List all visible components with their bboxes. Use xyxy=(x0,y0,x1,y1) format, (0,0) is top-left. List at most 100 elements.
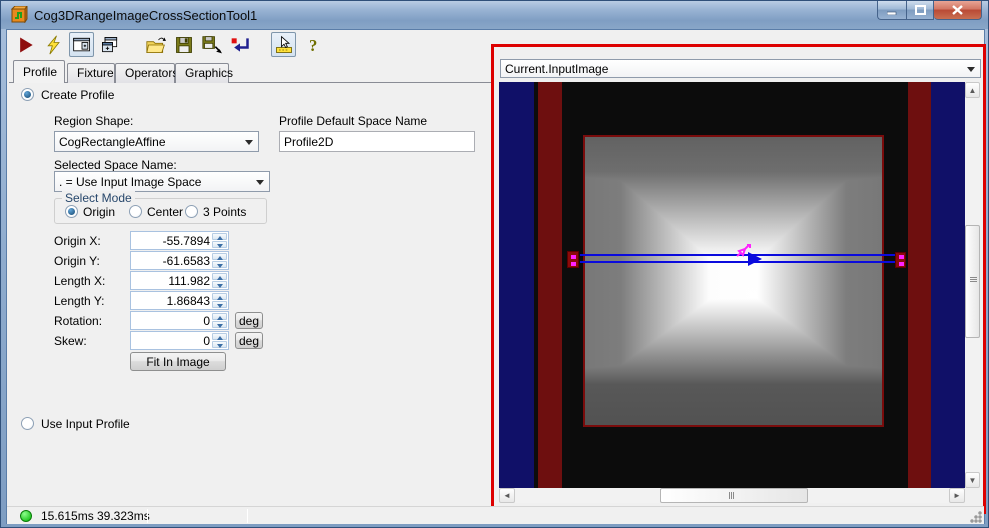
use-input-profile-label: Use Input Profile xyxy=(41,417,130,431)
region-right-handle[interactable] xyxy=(895,252,906,268)
origin-y-label: Origin Y: xyxy=(54,254,100,268)
graphics-interaction-icon[interactable] xyxy=(271,32,296,57)
image-navy-band-left xyxy=(499,82,534,488)
status-time-2: 39.323ms xyxy=(97,509,150,523)
origin-x-stepper[interactable] xyxy=(212,233,227,248)
close-button[interactable] xyxy=(934,1,982,20)
skew-value: 0 xyxy=(203,334,210,348)
display-source-value: Current.InputImage xyxy=(505,61,609,76)
selected-space-combo[interactable]: . = Use Input Image Space xyxy=(54,171,270,192)
default-space-label: Profile Default Space Name xyxy=(279,114,428,128)
tab-profile[interactable]: Profile xyxy=(13,60,65,83)
mode-3points-radio[interactable] xyxy=(185,205,198,218)
rotation-unit-button[interactable]: deg xyxy=(235,312,263,329)
region-shape-label: Region Shape: xyxy=(54,114,134,128)
chevron-down-icon xyxy=(245,140,253,145)
region-left-handle[interactable] xyxy=(567,251,579,268)
region-bottom-line[interactable] xyxy=(580,261,895,263)
selected-space-value: . = Use Input Image Space xyxy=(59,174,202,189)
region-direction-arrow-icon[interactable] xyxy=(748,252,762,266)
create-profile-label: Create Profile xyxy=(41,88,115,102)
length-x-stepper[interactable] xyxy=(212,273,227,288)
origin-y-input[interactable]: -61.6583 xyxy=(130,251,229,270)
image-navy-band-right xyxy=(931,82,965,488)
save-icon[interactable] xyxy=(171,32,196,57)
length-x-input[interactable]: 111.982 xyxy=(130,271,229,290)
tab-operators[interactable]: Operators xyxy=(115,63,178,83)
default-space-input[interactable]: Profile2D xyxy=(279,131,475,152)
open-icon[interactable] xyxy=(143,32,168,57)
select-mode-label: Select Mode xyxy=(62,191,135,205)
mode-center-label: Center xyxy=(147,205,184,219)
length-y-value: 1.86843 xyxy=(166,294,210,308)
range-image-view[interactable] xyxy=(499,82,965,488)
origin-x-input[interactable]: -55.7894 xyxy=(130,231,229,250)
image-display-panel: Current.InputImage ▲ ▼ ◄ ► xyxy=(491,44,986,514)
tab-graphics[interactable]: Graphics xyxy=(175,63,233,83)
origin-x-label: Origin X: xyxy=(54,234,101,248)
default-space-value: Profile2D xyxy=(284,134,334,149)
use-input-profile-radio[interactable] xyxy=(21,417,34,430)
help-icon[interactable]: ? xyxy=(301,32,326,57)
scroll-up-icon[interactable]: ▲ xyxy=(965,82,980,98)
scroll-down-icon[interactable]: ▼ xyxy=(965,472,980,488)
origin-y-stepper[interactable] xyxy=(212,253,227,268)
length-x-label: Length X: xyxy=(54,274,106,288)
mode-origin-radio[interactable] xyxy=(65,205,78,218)
window-body: ? Profile Fixture Operators Graphics Cre… xyxy=(6,29,986,524)
scroll-left-icon[interactable]: ◄ xyxy=(499,488,515,503)
status-time-1: 15.615ms xyxy=(41,509,94,523)
status-separator xyxy=(247,509,248,523)
save-as-icon[interactable] xyxy=(199,32,224,57)
origin-y-value: -61.6583 xyxy=(162,254,210,268)
create-profile-radio[interactable] xyxy=(21,88,34,101)
horizontal-scroll-thumb[interactable] xyxy=(660,488,808,503)
region-shape-combo[interactable]: CogRectangleAffine xyxy=(54,131,259,152)
run-electric-icon[interactable] xyxy=(41,32,66,57)
svg-text:?: ? xyxy=(309,35,317,54)
chevron-down-icon xyxy=(967,67,975,72)
chevron-down-icon xyxy=(256,180,264,185)
image-red-band-left xyxy=(538,82,562,488)
rotation-stepper[interactable] xyxy=(212,313,227,328)
length-y-stepper[interactable] xyxy=(212,293,227,308)
skew-unit-button[interactable]: deg xyxy=(235,332,263,349)
float-pane-icon[interactable] xyxy=(97,32,122,57)
rotation-label: Rotation: xyxy=(54,314,103,328)
mode-center-radio[interactable] xyxy=(129,205,142,218)
height-map-square xyxy=(583,135,884,427)
title-bar[interactable]: Cog3DRangeImageCrossSectionTool1 xyxy=(1,1,988,29)
display-source-combo[interactable]: Current.InputImage xyxy=(500,59,981,78)
status-separator xyxy=(147,509,148,523)
selected-space-label: Selected Space Name: xyxy=(54,158,177,172)
scroll-right-icon[interactable]: ► xyxy=(949,488,965,503)
status-bar: 15.615ms 39.323ms xyxy=(7,506,984,524)
skew-stepper[interactable] xyxy=(212,333,227,348)
reset-icon[interactable] xyxy=(227,32,252,57)
fit-in-image-button[interactable]: Fit In Image xyxy=(130,352,226,371)
window-title: Cog3DRangeImageCrossSectionTool1 xyxy=(34,8,258,23)
mode-3points-label: 3 Points xyxy=(203,205,247,219)
maximize-button[interactable] xyxy=(906,1,934,20)
horizontal-scrollbar[interactable]: ◄ ► xyxy=(499,488,965,503)
rotation-input[interactable]: 0 xyxy=(130,311,229,330)
vertical-scrollbar[interactable]: ▲ ▼ xyxy=(965,82,980,488)
status-green-icon xyxy=(20,510,32,522)
rotation-value: 0 xyxy=(203,314,210,328)
resize-grip[interactable] xyxy=(970,511,982,523)
caption-buttons xyxy=(877,1,982,20)
vertical-scroll-thumb[interactable] xyxy=(965,225,980,338)
length-x-value: 111.982 xyxy=(168,274,210,288)
length-y-label: Length Y: xyxy=(54,294,105,308)
tool-cube-icon xyxy=(11,6,28,23)
minimize-button[interactable] xyxy=(877,1,906,20)
skew-label: Skew: xyxy=(54,334,87,348)
show-image-pane-icon[interactable] xyxy=(69,32,94,57)
origin-x-value: -55.7894 xyxy=(162,234,210,248)
tab-fixture[interactable]: Fixture xyxy=(67,63,115,83)
run-icon[interactable] xyxy=(13,32,38,57)
app-window: Cog3DRangeImageCrossSectionTool1 ? Profi… xyxy=(0,0,989,528)
length-y-input[interactable]: 1.86843 xyxy=(130,291,229,310)
skew-input[interactable]: 0 xyxy=(130,331,229,350)
region-shape-value: CogRectangleAffine xyxy=(59,134,166,149)
